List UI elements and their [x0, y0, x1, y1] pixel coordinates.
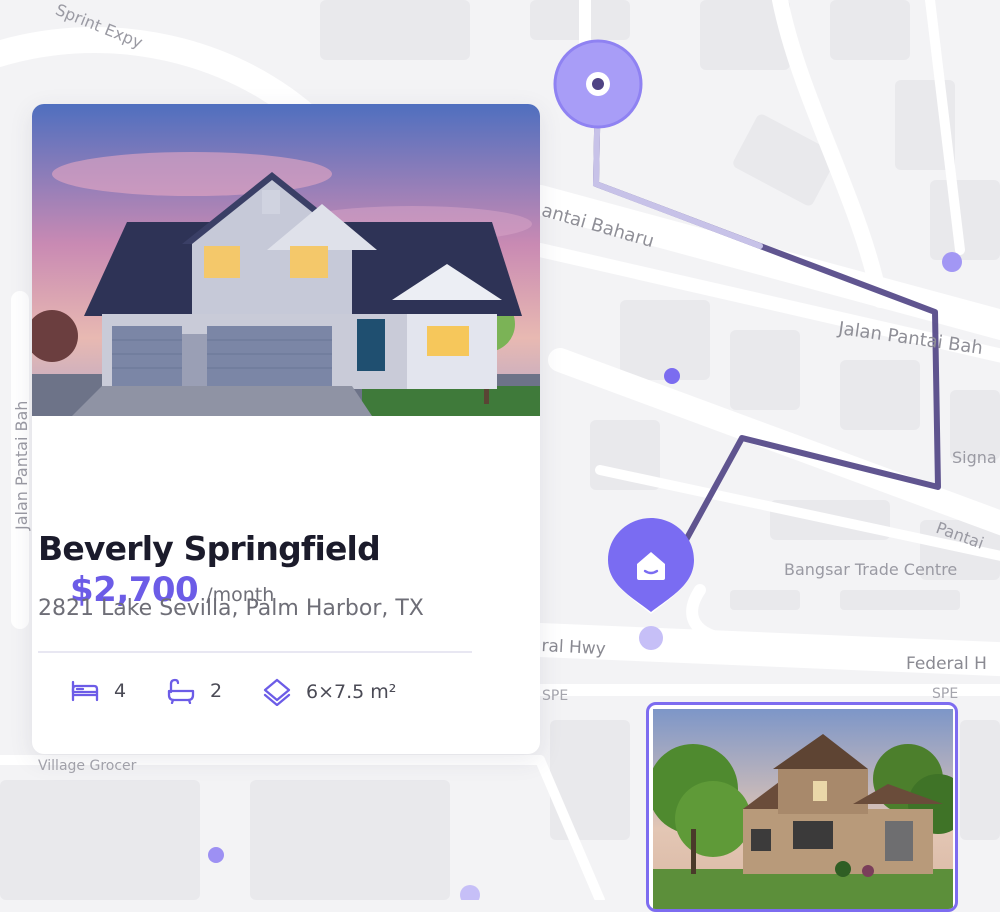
bathroom-count: 2 [210, 680, 223, 702]
map-label-jalan-pantai-vertical: Jalan Pantai Bah [12, 400, 31, 530]
feature-area: 6×7.5 m² [262, 678, 396, 706]
bedroom-count: 4 [114, 680, 127, 702]
area-size: 6×7.5 m² [306, 681, 397, 703]
bathtub-icon [167, 678, 195, 704]
map-label-bangsar-trade-centre: Bangsar Trade Centre [784, 560, 958, 579]
map-label-federal-hwy: ral Hwy [540, 636, 607, 660]
listing-title[interactable]: Beverly Springfield [38, 529, 381, 568]
listing-card[interactable]: $2,700 /month [32, 104, 540, 754]
listing-address: 2821 Lake Sevilla, Palm Harbor, TX [38, 596, 424, 621]
map-label-signa: Signa [952, 448, 997, 467]
map-label-spe-left: SPE [542, 688, 569, 704]
divider [38, 651, 472, 653]
map-label-federal-h: Federal H [906, 654, 987, 674]
listing-thumbnail[interactable] [646, 702, 958, 912]
feature-bathrooms: 2 [166, 678, 222, 704]
map-label-village-grocer: Village Grocer [38, 758, 137, 774]
location-origin-icon[interactable] [553, 39, 643, 129]
map-label-spe-right: SPE [932, 686, 959, 702]
bed-icon [71, 680, 99, 702]
property-photo [32, 104, 540, 416]
area-icon [263, 678, 291, 706]
home-pin-icon[interactable] [606, 516, 696, 616]
property-thumbnail-photo [653, 709, 953, 909]
feature-bedrooms: 4 [70, 678, 126, 704]
